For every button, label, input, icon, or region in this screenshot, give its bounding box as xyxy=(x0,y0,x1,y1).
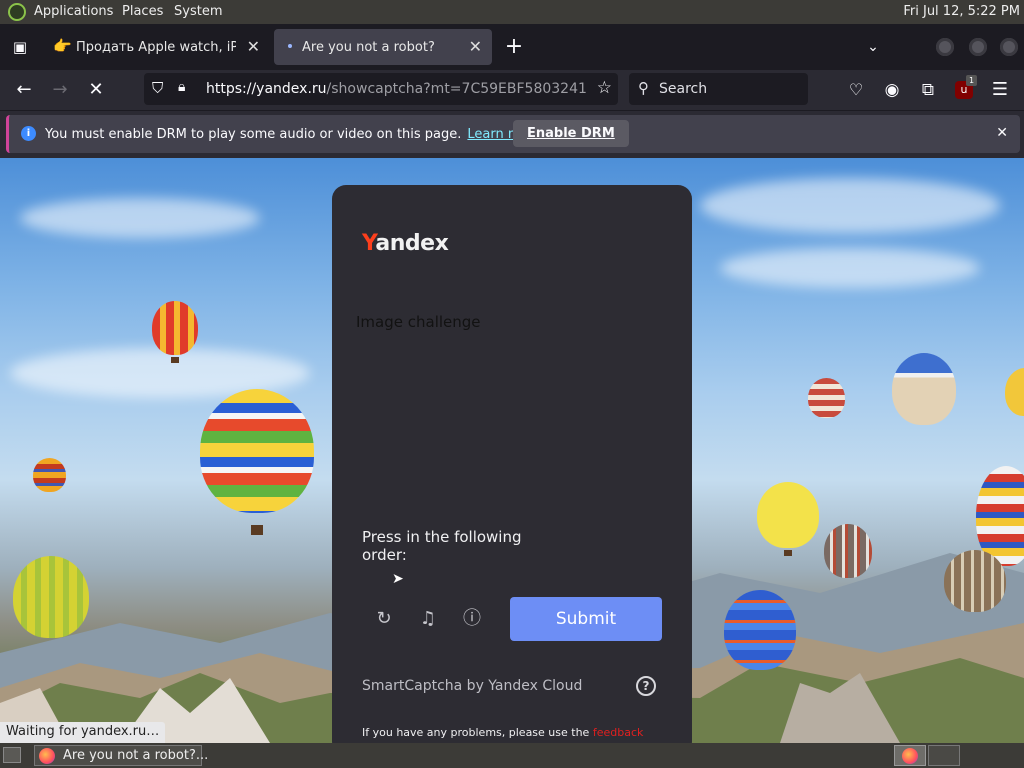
bookmark-star-icon[interactable]: ☆ xyxy=(597,78,612,98)
stop-loading-button[interactable]: ✕ xyxy=(84,78,108,102)
tab-title: Are you not a robot? xyxy=(302,40,435,55)
problems-notice: If you have any problems, please use the… xyxy=(362,725,662,743)
distro-logo-icon[interactable] xyxy=(8,3,26,21)
workspace-2[interactable] xyxy=(928,745,960,766)
submit-button[interactable]: Submit xyxy=(510,597,662,641)
navigation-toolbar: ← → ✕ ⛉ 🔒︎ https://yandex.ru/showcaptcha… xyxy=(0,70,1024,110)
info-circle-icon[interactable]: ⓘ xyxy=(460,607,484,631)
pocket-icon[interactable]: ♡ xyxy=(844,78,868,102)
instruction-text: Press in the following order: xyxy=(362,528,522,564)
smartcaptcha-label: SmartCaptcha by Yandex Cloud xyxy=(362,678,583,694)
help-question-icon[interactable]: ? xyxy=(636,676,656,696)
tab-title: Продать Apple watch, iPhone xyxy=(76,40,236,55)
search-placeholder: Search xyxy=(659,81,708,97)
new-tab-button[interactable]: + xyxy=(502,35,526,59)
url-bar[interactable]: ⛉ 🔒︎ https://yandex.ru/showcaptcha?mt=7C… xyxy=(144,73,618,105)
cloud xyxy=(700,178,1000,233)
tracking-protection-shield-icon[interactable]: ⛉ xyxy=(152,79,163,97)
hand-emoji-icon: 👉 xyxy=(53,37,72,55)
search-bar[interactable]: ⚲ Search xyxy=(629,73,808,105)
image-challenge-placeholder[interactable]: Image challenge xyxy=(356,313,481,331)
audio-challenge-headphones-icon[interactable]: ♫ xyxy=(416,607,440,631)
status-text: Waiting for yandex.ru… xyxy=(0,722,166,743)
close-window-button[interactable] xyxy=(1000,38,1018,56)
close-tab-icon[interactable]: ✕ xyxy=(469,37,482,56)
page-viewport: Yandex Image challenge Press in the foll… xyxy=(0,158,1024,743)
tab-overview-icon[interactable]: ▣ xyxy=(8,35,32,59)
account-icon[interactable]: ◉ xyxy=(880,78,904,102)
info-icon: i xyxy=(21,126,36,141)
list-tabs-chevron-icon[interactable]: ⌄ xyxy=(861,35,885,59)
drm-message: You must enable DRM to play some audio o… xyxy=(45,127,542,142)
mouse-cursor-icon: ➤ xyxy=(392,571,404,587)
forward-button[interactable]: → xyxy=(48,78,72,102)
loading-dot-icon xyxy=(288,44,292,48)
extension-badge: 1 xyxy=(966,75,978,86)
refresh-icon[interactable]: ↻ xyxy=(372,607,396,631)
cloud xyxy=(20,198,260,238)
search-icon: ⚲ xyxy=(638,79,649,97)
tab-captcha[interactable]: Are you not a robot? ✕ xyxy=(274,29,492,65)
bottom-taskbar: Are you not a robot?... xyxy=(0,743,1024,768)
yandex-logo-text: andex xyxy=(375,231,449,256)
close-notification-icon[interactable]: ✕ xyxy=(996,125,1008,141)
menu-applications[interactable]: Applications xyxy=(34,4,113,19)
lock-icon[interactable]: 🔒︎ xyxy=(178,79,185,95)
drm-notification: i You must enable DRM to play some audio… xyxy=(6,115,1020,153)
minimize-window-button[interactable] xyxy=(936,38,954,56)
taskbar-window-label: Are you not a robot?... xyxy=(63,748,209,763)
tab-yandex-sell[interactable]: 👉 Продать Apple watch, iPhone ✕ xyxy=(44,29,270,65)
hamburger-menu-icon[interactable]: ☰ xyxy=(988,78,1012,102)
workspace-1[interactable] xyxy=(894,745,926,766)
tab-strip: ▣ 👉 Продать Apple watch, iPhone ✕ Are yo… xyxy=(0,24,1024,70)
show-desktop-icon[interactable] xyxy=(3,747,21,763)
maximize-window-button[interactable] xyxy=(969,38,987,56)
back-button[interactable]: ← xyxy=(12,78,36,102)
yandex-logo: Yandex xyxy=(362,231,449,256)
url-text[interactable]: https://yandex.ru/showcaptcha?mt=7C59EBF… xyxy=(206,81,586,97)
menu-places[interactable]: Places xyxy=(122,4,163,19)
clock[interactable]: Fri Jul 12, 5:22 PM xyxy=(903,4,1020,19)
firefox-icon xyxy=(39,748,55,764)
taskbar-window-firefox[interactable]: Are you not a robot?... xyxy=(34,745,208,766)
firefox-icon xyxy=(902,748,918,764)
close-tab-icon[interactable]: ✕ xyxy=(247,37,260,56)
enable-drm-button[interactable]: Enable DRM xyxy=(513,120,629,147)
menu-system[interactable]: System xyxy=(174,4,222,19)
extensions-puzzle-icon[interactable]: ⧉ xyxy=(916,78,940,102)
captcha-card: Yandex Image challenge Press in the foll… xyxy=(332,185,692,743)
top-panel: Applications Places System Fri Jul 12, 5… xyxy=(0,0,1024,24)
ublock-extension-icon[interactable]: u 1 xyxy=(952,75,978,102)
drm-notification-bar: i You must enable DRM to play some audio… xyxy=(0,110,1024,158)
cloud xyxy=(720,248,980,288)
